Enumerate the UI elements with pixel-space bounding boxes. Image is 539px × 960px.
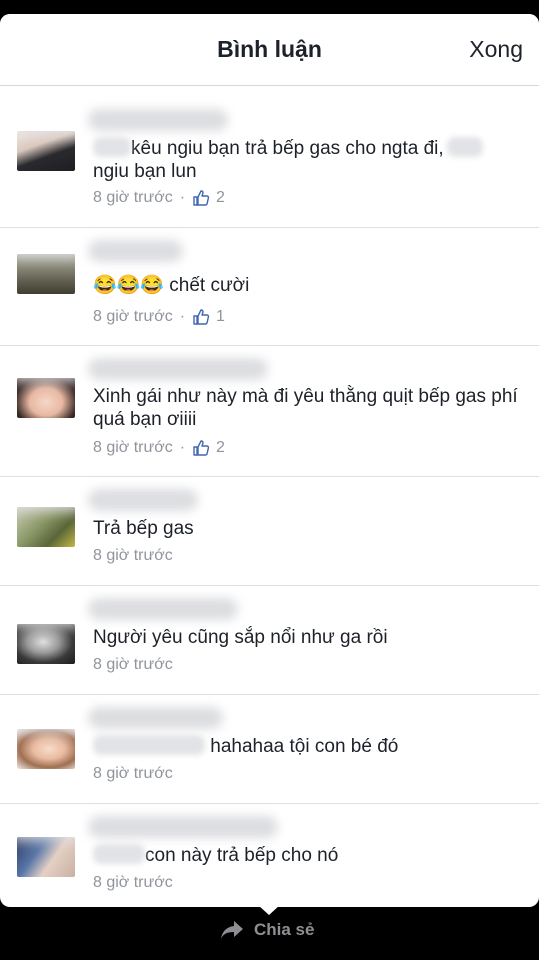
comment-time: 8 giờ trước (93, 439, 173, 456)
share-button[interactable]: Chia sẻ (220, 920, 314, 940)
comment-text: 😂😂😂 chết cười (93, 275, 250, 296)
comment-meta: 8 giờ trước (93, 874, 173, 892)
comment-meta: 8 giờ trước (93, 547, 173, 565)
comment-text: hahahaa tội con bé đó (93, 735, 521, 758)
comment-time: 8 giờ trước (93, 308, 173, 325)
done-button[interactable]: Xong (469, 36, 523, 63)
commenter-name[interactable] (88, 240, 183, 262)
comment-meta: 8 giờ trước · 2 (93, 189, 225, 207)
comment-meta: 8 giờ trước · 2 (93, 439, 225, 457)
commenter-name[interactable] (88, 707, 223, 729)
avatar[interactable] (17, 729, 75, 769)
comment-meta: 8 giờ trước · 1 (93, 308, 225, 326)
avatar[interactable] (17, 837, 75, 877)
comment-item: Xinh gái như này mà đi yêu thằng quịt bế… (0, 346, 539, 477)
comment-text: Người yêu cũng sắp nổi như ga rồi (93, 627, 388, 648)
like-count: 2 (216, 439, 225, 456)
commenter-name[interactable] (88, 109, 228, 131)
commenter-name[interactable] (88, 489, 198, 511)
comment-item: con này trả bếp cho nó 8 giờ trước (0, 804, 539, 907)
comment-meta: 8 giờ trước (93, 765, 173, 783)
comment-time: 8 giờ trước (93, 765, 173, 782)
emoji-text: 😂😂😂 (93, 275, 164, 296)
page-title: Bình luận (217, 36, 322, 62)
sheet-header: Bình luận Xong (0, 14, 539, 86)
sheet-pointer (258, 905, 280, 915)
comment-time: 8 giờ trước (93, 874, 173, 891)
avatar[interactable] (17, 624, 75, 664)
comment-text: Trả bếp gas (93, 518, 194, 539)
share-label: Chia sẻ (254, 920, 315, 939)
comment-item: Trả bếp gas 8 giờ trước (0, 477, 539, 586)
comments-sheet: Bình luận Xong kêu ngiu bạn trả bếp gas … (0, 14, 539, 907)
comment-item: kêu ngiu bạn trả bếp gas cho ngta đi, ng… (0, 97, 539, 228)
share-arrow-icon (221, 921, 243, 939)
avatar[interactable] (17, 507, 75, 547)
avatar[interactable] (17, 131, 75, 171)
like-count: 2 (216, 189, 225, 206)
comment-meta: 8 giờ trước (93, 656, 173, 674)
comment-time: 8 giờ trước (93, 547, 173, 564)
commenter-name[interactable] (88, 816, 278, 838)
comment-text: kêu ngiu bạn trả bếp gas cho ngta đi, ng… (93, 137, 521, 183)
comment-time: 8 giờ trước (93, 189, 173, 206)
comment-time: 8 giờ trước (93, 656, 173, 673)
avatar[interactable] (17, 378, 75, 418)
comment-text: con này trả bếp cho nó (93, 844, 521, 867)
comment-text: Xinh gái như này mà đi yêu thằng quịt bế… (93, 386, 518, 430)
thumbs-up-icon[interactable] (192, 439, 210, 457)
like-count: 1 (216, 308, 225, 325)
comment-list[interactable]: kêu ngiu bạn trả bếp gas cho ngta đi, ng… (0, 97, 539, 907)
thumbs-up-icon[interactable] (192, 308, 210, 326)
commenter-name[interactable] (88, 358, 268, 380)
comment-item: Người yêu cũng sắp nổi như ga rồi 8 giờ … (0, 586, 539, 695)
comment-item: hahahaa tội con bé đó 8 giờ trước (0, 695, 539, 804)
thumbs-up-icon[interactable] (192, 189, 210, 207)
commenter-name[interactable] (88, 598, 238, 620)
comment-item: 😂😂😂 chết cười 8 giờ trước · 1 (0, 228, 539, 346)
avatar[interactable] (17, 254, 75, 294)
